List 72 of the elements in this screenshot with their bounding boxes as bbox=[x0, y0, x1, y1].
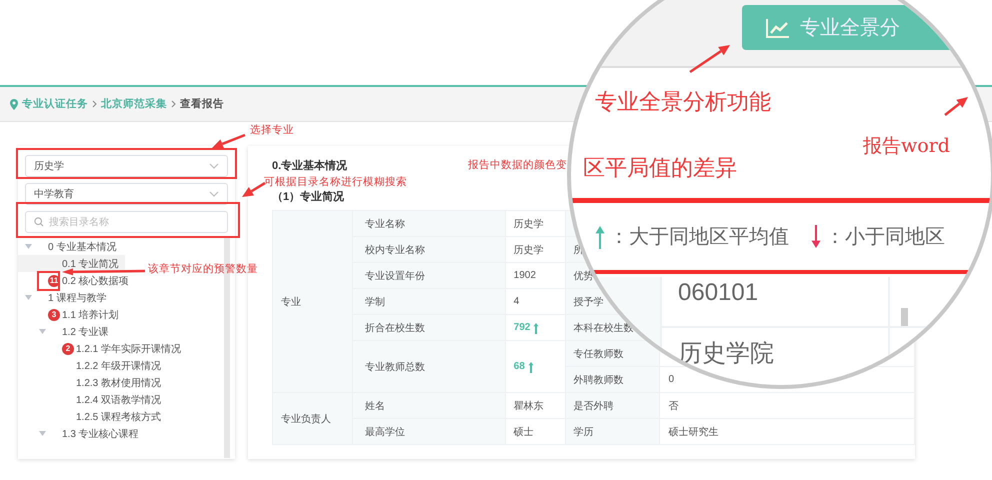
tree-item[interactable]: 2 1.2.1 学年实际开课情况 bbox=[18, 340, 188, 357]
table-cell: 硕士研究生 bbox=[668, 426, 718, 438]
table-cell: 专业 bbox=[281, 296, 301, 308]
line-chart-icon bbox=[766, 18, 790, 38]
table-cell: 4 bbox=[514, 296, 520, 307]
table-cell: 1902 bbox=[514, 270, 536, 281]
chevron-right-icon bbox=[171, 100, 176, 108]
table-cell: 060101 bbox=[678, 279, 758, 307]
chevron-right-icon bbox=[92, 100, 97, 108]
table-cell: 792 bbox=[514, 322, 530, 333]
tree-item[interactable]: 11 0.2 核心数据项 bbox=[18, 272, 135, 289]
table-cell-text: 瞿林东 bbox=[514, 400, 544, 412]
annotation-text: 区平局值的差异 bbox=[583, 154, 737, 182]
table-cell: 是否外聘 bbox=[574, 400, 614, 412]
tree-item[interactable]: 1.2.2 年级开课情况 bbox=[18, 357, 168, 374]
annotation-frame bbox=[37, 271, 60, 291]
annotation-arrow bbox=[212, 134, 246, 149]
table-cell: 专任教师数 bbox=[574, 348, 624, 360]
search-field[interactable]: 搜索目录名称 bbox=[25, 211, 228, 233]
table-cell: 学制 bbox=[364, 296, 385, 308]
legend-text: ：小于同地区 bbox=[825, 225, 945, 250]
table-cell: 姓名 bbox=[364, 400, 385, 412]
table-cell: 0 bbox=[668, 374, 674, 385]
table-cell-text: 硕士 bbox=[514, 426, 534, 438]
caret-down-icon[interactable] bbox=[39, 431, 46, 436]
annotation-arrow bbox=[242, 182, 266, 197]
annotation-text: 该章节对应的预警数量 bbox=[148, 262, 258, 276]
table-cell: 折合在校生数 bbox=[364, 322, 425, 334]
annotation-text: 报告中数据的颜色变 bbox=[468, 158, 567, 172]
tree-item[interactable]: 1 课程与教学 bbox=[18, 289, 112, 306]
annotation-text: 选择专业 bbox=[250, 123, 294, 137]
table-cell: 学历 bbox=[574, 426, 594, 438]
subsection-heading: （1）专业简况 bbox=[272, 190, 344, 204]
chevron-down-icon bbox=[209, 163, 219, 169]
table-cell-text: 历史学 bbox=[514, 218, 544, 230]
table-cell-text: 历史学 bbox=[514, 244, 544, 256]
breadcrumb-current: 查看报告 bbox=[180, 97, 224, 111]
table-cell: 校内专业名称 bbox=[364, 244, 425, 256]
table-cell: 授予学 bbox=[574, 296, 604, 308]
caret-down-icon[interactable] bbox=[25, 244, 32, 249]
caret-down-icon[interactable] bbox=[39, 329, 46, 334]
section-heading: 0.专业基本情况 bbox=[272, 158, 348, 173]
table-cell: 68 bbox=[514, 361, 525, 372]
table-cell: 外聘教师数 bbox=[574, 374, 624, 386]
table-cell: 专业负责人 bbox=[281, 414, 331, 424]
table-cell: 专业教师总数 bbox=[364, 362, 425, 372]
category-select[interactable]: 中学教育 bbox=[25, 183, 228, 205]
caret-down-icon[interactable] bbox=[25, 295, 32, 300]
table-cell: 最高学位 bbox=[364, 426, 405, 438]
major-select[interactable]: 历史学 bbox=[25, 155, 228, 177]
annotation-text: 报告word bbox=[863, 134, 950, 159]
annotation-text: 可根据目录名称进行模糊搜索 bbox=[264, 175, 407, 189]
table-cell: 专业设置年份 bbox=[364, 270, 425, 282]
tree-item[interactable]: 0.1 专业简况 bbox=[18, 255, 125, 272]
table-cell: 否 bbox=[668, 400, 678, 412]
chevron-down-icon bbox=[209, 191, 219, 197]
tree-item[interactable]: 0 专业基本情况 bbox=[18, 238, 122, 255]
location-pin-icon bbox=[10, 98, 18, 110]
tree-item[interactable]: 1.2.5 课程考核方式 bbox=[18, 408, 168, 425]
tree-item[interactable]: 1.2 专业课 bbox=[18, 323, 115, 340]
annotation-text: 专业全景分析功能 bbox=[595, 88, 771, 116]
tree-item[interactable]: 1.3 专业核心课程 bbox=[18, 425, 145, 442]
warning-count-badge: 3 bbox=[48, 308, 60, 320]
warning-count-badge: 2 bbox=[62, 342, 74, 354]
legend-text: ：大于同地区平均值 bbox=[609, 225, 789, 250]
tree-item[interactable]: 3 1.1 培养计划 bbox=[18, 306, 125, 323]
annotation-arrow bbox=[944, 97, 968, 116]
tree-item[interactable]: 1.2.3 教材使用情况 bbox=[18, 374, 168, 391]
tree-item[interactable]: 1.2.4 双语教学情况 bbox=[18, 391, 168, 408]
annotation-arrow bbox=[689, 45, 730, 74]
scrollbar[interactable] bbox=[901, 308, 908, 326]
table-cell: 专业名称 bbox=[364, 218, 405, 230]
